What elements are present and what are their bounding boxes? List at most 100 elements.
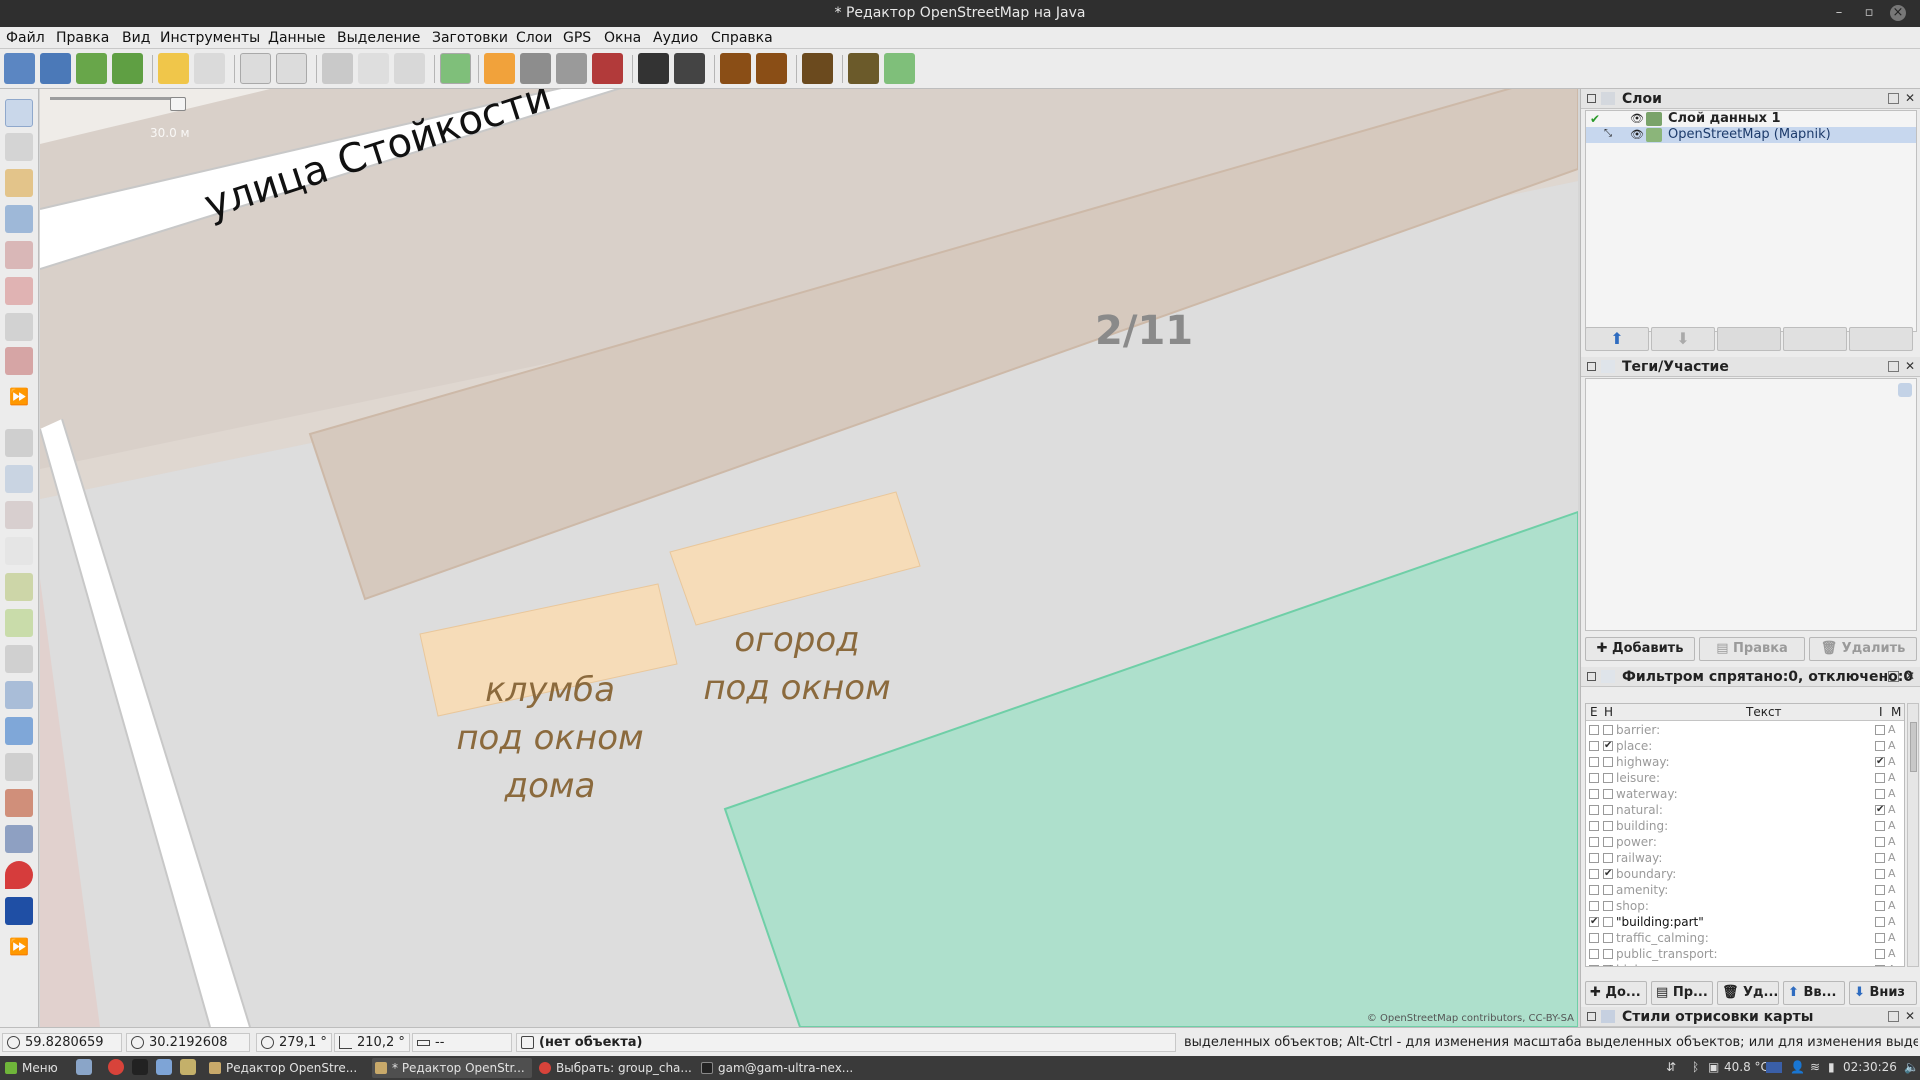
layer-row-data[interactable]: ✔ 👁 Слой данных 1 [1586,111,1916,127]
preset-industrial-icon[interactable] [848,53,879,84]
filter-invert-checkbox[interactable] [1875,949,1885,959]
preset-castle-icon[interactable] [802,53,833,84]
preset-restaurant-icon[interactable] [756,53,787,84]
filter-enable-checkbox[interactable] [1589,741,1599,751]
filter-mode[interactable]: A [1888,755,1896,768]
filter-row[interactable]: public_transport: A [1586,946,1904,962]
filter-invert-checkbox[interactable] [1875,901,1885,911]
toggle-tags-icon[interactable] [5,465,33,493]
toggle-imagery-icon[interactable] [5,861,33,889]
toggle-commands-icon[interactable] [5,573,33,601]
toggle-mapdust-icon[interactable] [5,897,33,925]
filter-mode[interactable]: A [1888,867,1896,880]
more-panels-icon[interactable]: ⏩ [5,933,33,961]
preset-building-icon[interactable] [592,53,623,84]
filter-enable-checkbox[interactable] [1589,933,1599,943]
filter-mode[interactable]: A [1888,947,1896,960]
filter-row[interactable]: building: A [1586,818,1904,834]
keyboard-layout-flag-icon[interactable] [1766,1062,1782,1073]
filter-row[interactable]: amenity: A [1586,882,1904,898]
filter-hide-checkbox[interactable] [1603,917,1613,927]
menu-tools[interactable]: Инструменты [160,30,260,46]
menu-view[interactable]: Вид [122,30,150,46]
collapse-icon[interactable] [1587,362,1596,371]
filter-invert-checkbox[interactable] [1875,773,1885,783]
col-enable[interactable]: E [1590,705,1598,719]
filter-hide-checkbox[interactable] [1603,773,1613,783]
filter-enable-checkbox[interactable] [1589,805,1599,815]
filter-enable-checkbox[interactable] [1589,869,1599,879]
collapse-icon[interactable] [1587,672,1596,681]
menu-data[interactable]: Данные [268,30,326,46]
lasso-mode-icon[interactable] [5,133,33,161]
filter-invert-checkbox[interactable] [1875,725,1885,735]
filter-hide-checkbox[interactable] [1603,933,1613,943]
filter-enable-checkbox[interactable] [1589,821,1599,831]
toggle-styles-icon[interactable] [5,825,33,853]
collapse-icon[interactable] [1587,94,1596,103]
filter-row[interactable]: ✔ place: A [1586,738,1904,754]
filter-invert-checkbox[interactable]: ✔ [1875,757,1885,767]
battery-tray-icon[interactable]: ▮ [1828,1060,1835,1074]
col-mode[interactable]: M [1891,705,1901,719]
detach-icon[interactable] [1888,671,1899,682]
toggle-validator-icon[interactable] [5,717,33,745]
redo-icon[interactable] [194,53,225,84]
preset-park-icon[interactable] [884,53,915,84]
user-tray-icon[interactable]: 👤 [1790,1060,1805,1074]
task-josm-1[interactable]: Редактор OpenStre... [206,1058,368,1078]
detach-icon[interactable] [1888,361,1899,372]
filter-invert-checkbox[interactable] [1875,741,1885,751]
filter-row[interactable]: ✔ "building:part" A [1586,914,1904,930]
layers-panel-header[interactable]: Слои ✕ [1581,89,1920,109]
delete-layer-icon[interactable] [1849,327,1913,351]
open-file-icon[interactable] [4,53,35,84]
filter-enable-checkbox[interactable] [1589,853,1599,863]
filter-enable-checkbox[interactable] [1589,757,1599,767]
filter-invert-checkbox[interactable] [1875,885,1885,895]
filter-up-button[interactable]: ⬆ Вв... [1783,981,1845,1005]
zoom-to-data-icon[interactable] [240,53,271,84]
draw-mode-icon[interactable] [5,169,33,197]
app-launcher-icon[interactable] [156,1059,172,1075]
reverse-way-icon[interactable] [394,53,425,84]
filter-hide-checkbox[interactable]: ✔ [1603,869,1613,879]
filter-row[interactable]: power: A [1586,834,1904,850]
filter-enable-checkbox[interactable] [1589,789,1599,799]
visibility-eye-icon[interactable]: 👁 [1630,112,1644,125]
filter-mode[interactable]: A [1888,771,1896,784]
filter-row[interactable]: highway: ✔ A [1586,754,1904,770]
tags-panel-header[interactable]: Теги/Участие ✕ [1581,357,1920,377]
toggle-history-icon[interactable] [5,609,33,637]
layer-row-imagery[interactable]: ⤡ 👁 OpenStreetMap (Mapnik) [1586,127,1916,143]
filter-invert-checkbox[interactable] [1875,869,1885,879]
filter-invert-checkbox[interactable] [1875,837,1885,847]
filter-row[interactable]: railway: A [1586,850,1904,866]
toggle-relations-icon[interactable] [5,501,33,529]
filter-hide-checkbox[interactable]: ✔ [1603,965,1613,966]
extrude-mode-icon[interactable] [5,347,33,375]
network-tray-icon[interactable]: ⇵ [1666,1060,1676,1074]
filter-mode[interactable]: A [1888,787,1896,800]
filter-down-button[interactable]: ⬇ Вниз [1849,981,1917,1005]
menu-file[interactable]: Файл [6,30,45,46]
filter-enable-checkbox[interactable] [1589,901,1599,911]
preset-warning-icon[interactable] [720,53,751,84]
col-text[interactable]: Текст [1746,705,1782,719]
zoom-to-selection-icon[interactable] [276,53,307,84]
filter-mode[interactable]: A [1888,851,1896,864]
zoom-slider-knob[interactable] [170,97,186,111]
filter-row[interactable]: leisure: A [1586,770,1904,786]
toggle-conflict-icon[interactable] [5,681,33,709]
filter-enable-checkbox[interactable] [1589,965,1599,966]
filter-invert-checkbox[interactable] [1875,821,1885,831]
toggle-selection-icon[interactable] [5,537,33,565]
menu-selection[interactable]: Выделение [337,30,420,46]
filter-mode[interactable]: A [1888,963,1896,966]
zoom-mode-icon[interactable] [5,205,33,233]
browser-launcher-icon[interactable] [108,1059,124,1075]
toggle-filter-icon[interactable] [5,753,33,781]
task-terminal[interactable]: gam@gam-ultra-nex... [698,1058,858,1078]
col-invert[interactable]: I [1879,705,1883,719]
filter-mode[interactable]: A [1888,803,1896,816]
